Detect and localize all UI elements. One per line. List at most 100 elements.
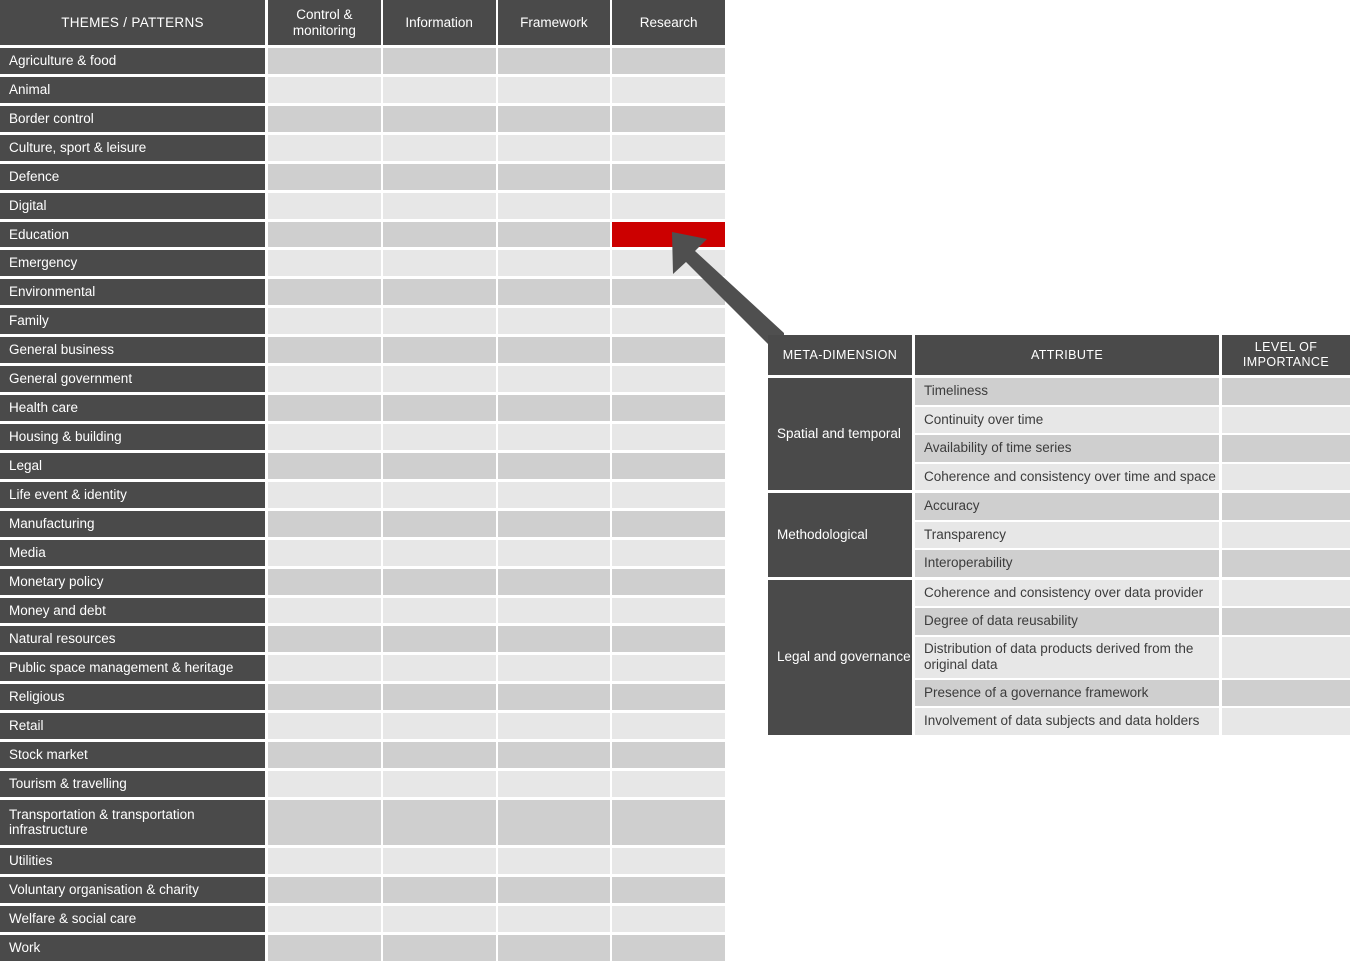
- matrix-cell[interactable]: [612, 481, 725, 508]
- matrix-cell[interactable]: [612, 655, 725, 682]
- matrix-cell[interactable]: [268, 742, 381, 769]
- matrix-cell[interactable]: [382, 510, 496, 537]
- matrix-cell[interactable]: [382, 366, 496, 393]
- matrix-cell[interactable]: [268, 799, 381, 845]
- matrix-cell[interactable]: [382, 626, 496, 653]
- level-of-importance-cell[interactable]: [1222, 406, 1350, 433]
- matrix-cell[interactable]: [268, 597, 381, 624]
- matrix-cell[interactable]: [497, 279, 611, 306]
- matrix-cell[interactable]: [612, 771, 725, 797]
- matrix-cell[interactable]: [497, 742, 611, 769]
- matrix-cell[interactable]: [612, 799, 725, 845]
- matrix-cell[interactable]: [382, 905, 496, 932]
- matrix-cell[interactable]: [612, 76, 725, 103]
- matrix-cell[interactable]: [497, 395, 611, 421]
- matrix-cell[interactable]: [612, 568, 725, 595]
- matrix-cell[interactable]: [612, 684, 725, 711]
- matrix-cell[interactable]: [612, 713, 725, 740]
- matrix-cell[interactable]: [497, 452, 611, 479]
- matrix-cell[interactable]: [497, 876, 611, 903]
- matrix-cell[interactable]: [497, 337, 611, 364]
- matrix-cell[interactable]: [612, 452, 725, 479]
- level-of-importance-cell[interactable]: [1222, 463, 1350, 490]
- matrix-cell[interactable]: [612, 597, 725, 624]
- matrix-cell[interactable]: [382, 684, 496, 711]
- matrix-cell[interactable]: [497, 684, 611, 711]
- matrix-cell[interactable]: [382, 934, 496, 961]
- matrix-cell[interactable]: [268, 250, 381, 277]
- matrix-cell[interactable]: [382, 250, 496, 277]
- matrix-cell[interactable]: [612, 308, 725, 335]
- matrix-cell[interactable]: [382, 221, 496, 248]
- matrix-cell[interactable]: [497, 847, 611, 874]
- matrix-cell[interactable]: [497, 713, 611, 740]
- matrix-cell[interactable]: [497, 163, 611, 190]
- matrix-cell[interactable]: [612, 423, 725, 450]
- matrix-cell[interactable]: [268, 655, 381, 682]
- matrix-cell[interactable]: [268, 366, 381, 393]
- matrix-cell[interactable]: [612, 539, 725, 566]
- matrix-cell[interactable]: [382, 163, 496, 190]
- matrix-cell[interactable]: [268, 134, 381, 161]
- matrix-cell[interactable]: [497, 539, 611, 566]
- matrix-cell[interactable]: [497, 597, 611, 624]
- matrix-cell[interactable]: [268, 48, 381, 74]
- matrix-cell[interactable]: [497, 134, 611, 161]
- matrix-cell[interactable]: [268, 510, 381, 537]
- matrix-cell[interactable]: [268, 684, 381, 711]
- matrix-cell[interactable]: [497, 568, 611, 595]
- matrix-cell[interactable]: [612, 48, 725, 74]
- matrix-cell[interactable]: [612, 163, 725, 190]
- matrix-cell[interactable]: [382, 76, 496, 103]
- matrix-cell[interactable]: [382, 568, 496, 595]
- level-of-importance-cell[interactable]: [1222, 636, 1350, 678]
- matrix-cell[interactable]: [497, 192, 611, 219]
- matrix-cell[interactable]: [497, 48, 611, 74]
- matrix-cell[interactable]: [612, 395, 725, 421]
- matrix-cell[interactable]: [497, 655, 611, 682]
- matrix-cell[interactable]: [612, 934, 725, 961]
- matrix-cell[interactable]: [497, 799, 611, 845]
- matrix-cell[interactable]: [382, 481, 496, 508]
- matrix-cell[interactable]: [382, 876, 496, 903]
- matrix-cell[interactable]: [382, 771, 496, 797]
- level-of-importance-cell[interactable]: [1222, 493, 1350, 520]
- matrix-cell[interactable]: [612, 366, 725, 393]
- matrix-cell[interactable]: [268, 163, 381, 190]
- matrix-cell[interactable]: [268, 934, 381, 961]
- level-of-importance-cell[interactable]: [1222, 521, 1350, 548]
- matrix-cell[interactable]: [382, 742, 496, 769]
- matrix-cell[interactable]: [497, 905, 611, 932]
- matrix-cell[interactable]: [497, 366, 611, 393]
- matrix-cell[interactable]: [268, 337, 381, 364]
- matrix-cell[interactable]: [612, 742, 725, 769]
- matrix-cell[interactable]: [268, 105, 381, 132]
- matrix-cell[interactable]: [268, 192, 381, 219]
- matrix-cell[interactable]: [382, 105, 496, 132]
- matrix-cell[interactable]: [268, 713, 381, 740]
- matrix-cell[interactable]: [382, 713, 496, 740]
- matrix-cell[interactable]: [612, 279, 725, 306]
- matrix-cell[interactable]: [497, 105, 611, 132]
- matrix-cell[interactable]: [268, 539, 381, 566]
- matrix-cell[interactable]: [268, 76, 381, 103]
- matrix-cell[interactable]: [382, 452, 496, 479]
- matrix-cell[interactable]: [268, 626, 381, 653]
- level-of-importance-cell[interactable]: [1222, 550, 1350, 577]
- matrix-cell[interactable]: [612, 626, 725, 653]
- matrix-cell[interactable]: [612, 105, 725, 132]
- matrix-cell[interactable]: [382, 308, 496, 335]
- matrix-cell[interactable]: [382, 539, 496, 566]
- matrix-cell[interactable]: [612, 905, 725, 932]
- matrix-cell[interactable]: [268, 905, 381, 932]
- matrix-cell[interactable]: [268, 395, 381, 421]
- matrix-cell[interactable]: [612, 337, 725, 364]
- matrix-cell[interactable]: [268, 568, 381, 595]
- matrix-cell[interactable]: [497, 250, 611, 277]
- matrix-cell[interactable]: [612, 847, 725, 874]
- matrix-cell[interactable]: [612, 192, 725, 219]
- matrix-cell-highlighted[interactable]: [612, 221, 725, 248]
- level-of-importance-cell[interactable]: [1222, 378, 1350, 405]
- matrix-cell[interactable]: [497, 934, 611, 961]
- level-of-importance-cell[interactable]: [1222, 608, 1350, 635]
